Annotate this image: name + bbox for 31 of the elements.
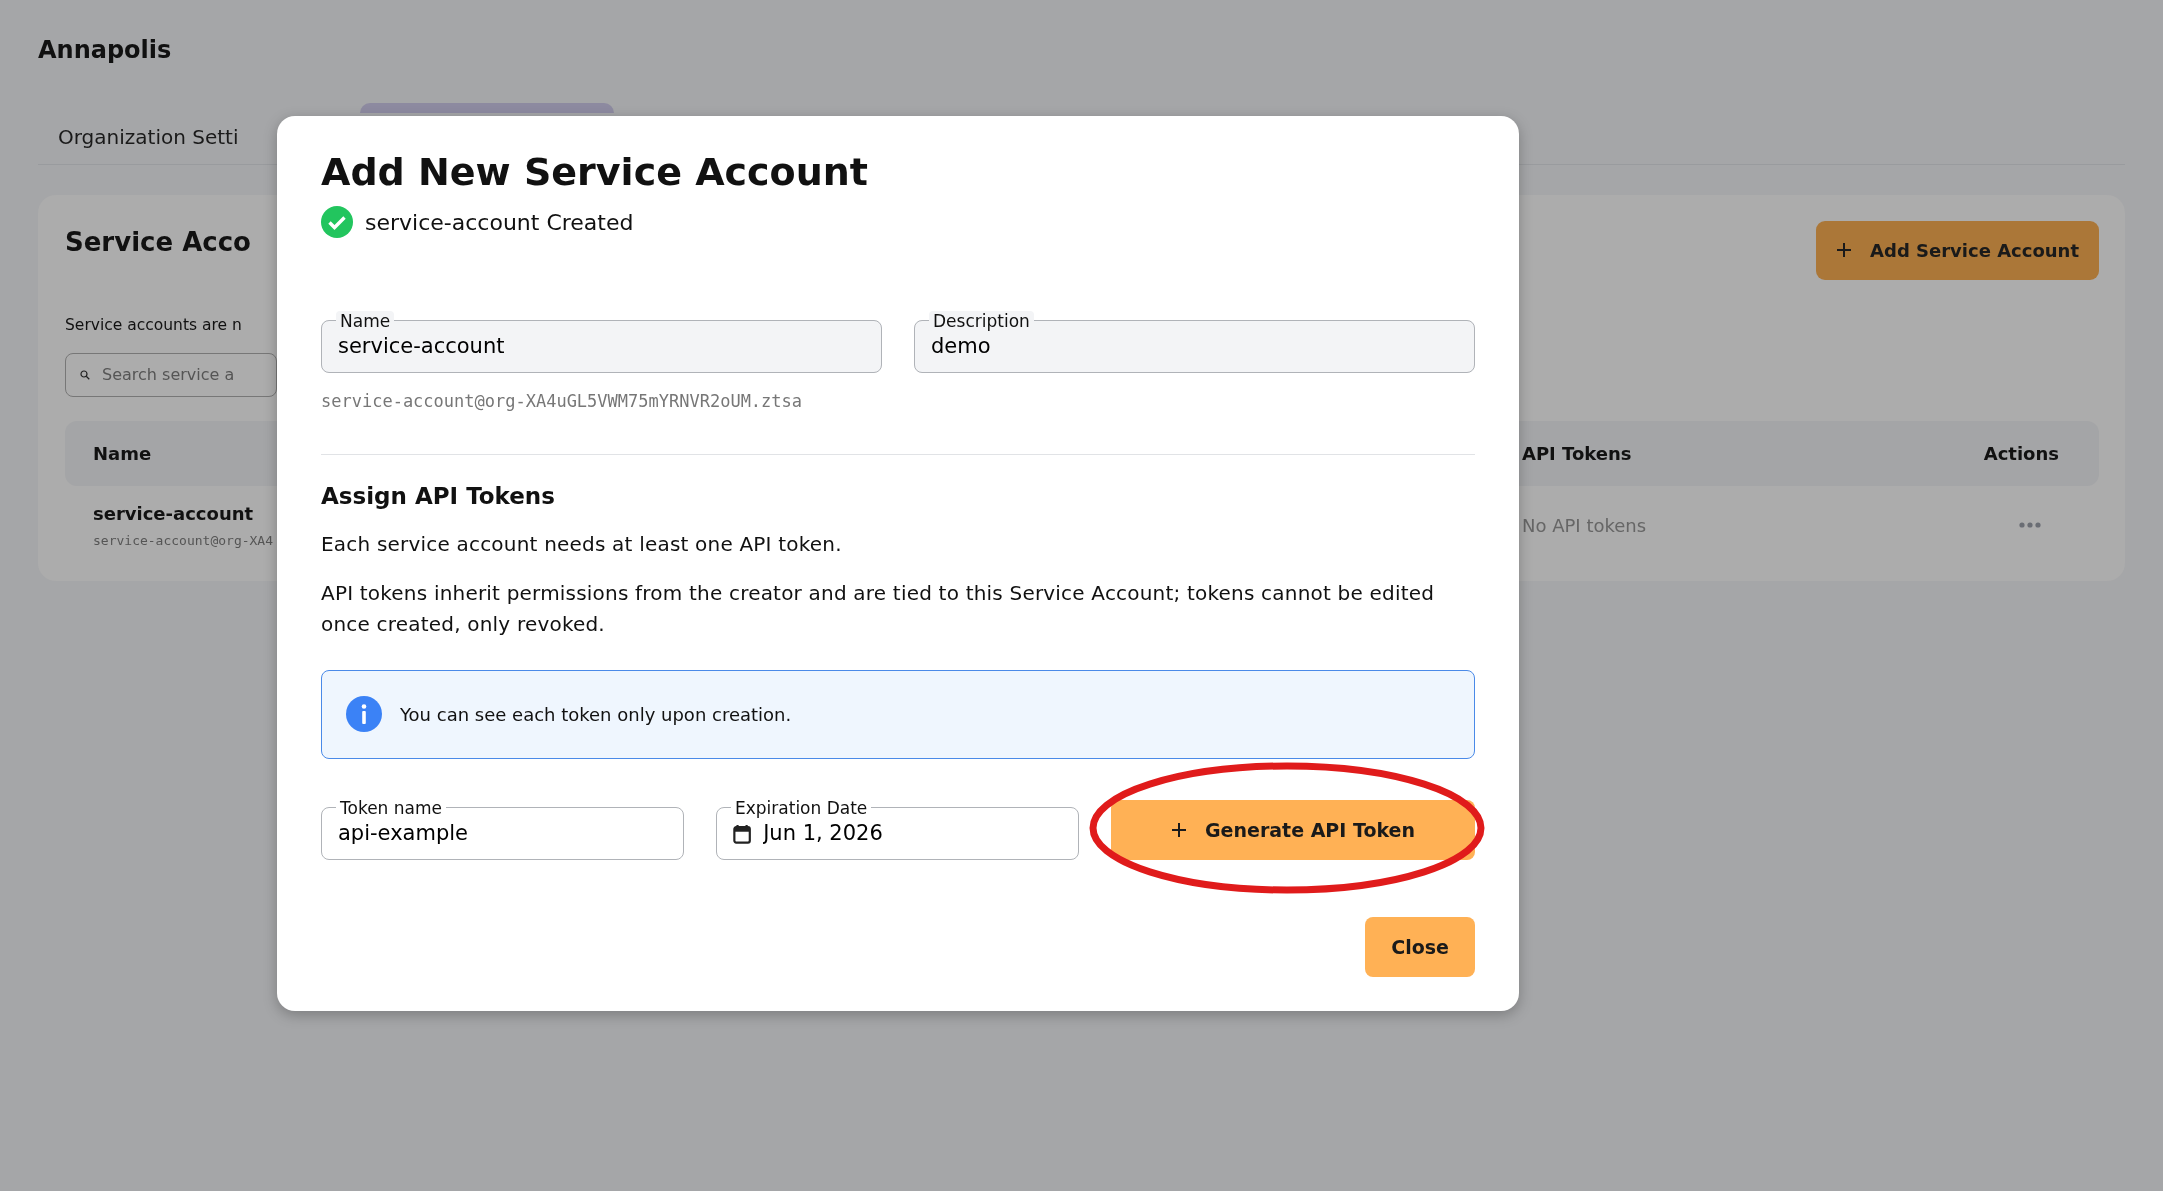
app-title: Annapolis	[38, 36, 173, 65]
search-input[interactable]: Search service a	[102, 363, 262, 388]
info-icon	[346, 696, 382, 733]
page-title: Service Acco	[65, 225, 251, 259]
more-icon[interactable]	[2019, 522, 2041, 529]
api-tokens-cell-text: No API tokens	[1522, 513, 1647, 538]
token-name-field[interactable]: Token name api-example	[321, 797, 684, 861]
close-button[interactable]: Close	[1365, 917, 1475, 978]
tab[interactable]	[360, 102, 615, 113]
field-input[interactable]: api-example	[338, 817, 665, 850]
search-field[interactable]: Search service a	[65, 353, 277, 398]
status-message: service-account Created	[365, 208, 634, 237]
paragraph: Each service account needs at least one API token.	[321, 530, 843, 558]
section-title: Assign API Tokens	[321, 483, 556, 511]
dialog-title: Add New Service Account	[321, 150, 869, 196]
paragraph: API tokens inherit permissions from the creator and are tied to this Service Account; tokens cannot be edited once created, only revoked.	[321, 579, 1436, 638]
calendar-icon	[733, 822, 752, 845]
alert-message: You can see each token only upon creation.	[400, 702, 792, 727]
account-email: service-account@org-XA4uGL5VWM75mYRNVR2oUM.ztsa	[321, 390, 804, 414]
account-email: service-account@org-XA4	[93, 532, 273, 551]
plus-icon	[1836, 242, 1853, 259]
plus-icon	[1171, 822, 1187, 839]
page-description: Service accounts are n	[65, 314, 242, 336]
account-name: service-account	[93, 502, 254, 527]
column-header: Actions	[1983, 442, 2059, 467]
tab[interactable]: Organization Setti	[38, 121, 249, 164]
check-circle-icon	[321, 206, 353, 239]
column-header: Name	[93, 442, 152, 467]
column-header: API Tokens	[1522, 442, 1632, 467]
generate-api-token-button[interactable]: Generate API Token	[1111, 800, 1475, 861]
add-service-account-button[interactable]: Add Service Account	[1816, 220, 2099, 280]
